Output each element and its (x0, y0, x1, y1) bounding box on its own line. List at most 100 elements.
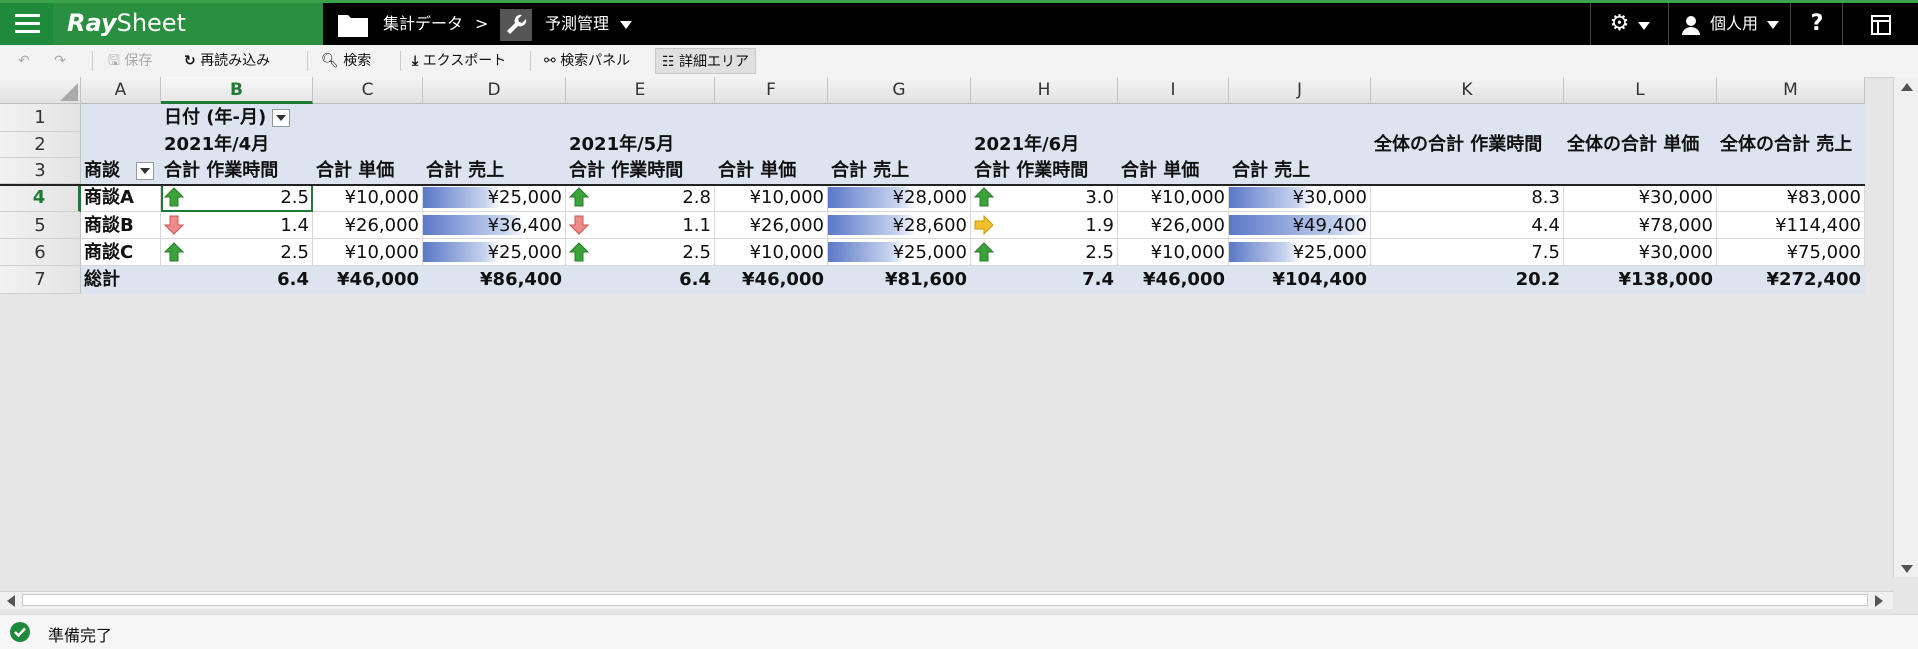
total-cell[interactable]: 6.4 (161, 266, 313, 294)
data-cell[interactable]: ¥78,000 (1564, 212, 1717, 239)
data-cell[interactable]: ¥25,000 (423, 239, 566, 266)
row-header-1[interactable]: 1 (0, 104, 81, 132)
data-cell[interactable]: 8.3 (1371, 184, 1564, 212)
save-button[interactable]: 🖫 保存 (102, 48, 158, 74)
hamburger-menu-button[interactable] (0, 3, 53, 45)
breadcrumb-current[interactable]: 予測管理 (545, 3, 633, 45)
data-cell[interactable]: ¥28,000 (828, 184, 971, 212)
row-filter-dropdown-icon[interactable] (136, 162, 154, 180)
data-cell[interactable]: 2.5 (971, 239, 1118, 266)
column-header-d[interactable]: D (423, 77, 566, 104)
column-header-l[interactable]: L (1564, 77, 1717, 104)
data-cell[interactable]: ¥49,400 (1229, 212, 1371, 239)
scroll-up-icon[interactable] (1901, 83, 1913, 91)
total-cell[interactable]: 7.4 (971, 266, 1118, 294)
column-header-b[interactable]: B (161, 77, 313, 104)
total-cell[interactable]: ¥46,000 (1118, 266, 1229, 294)
data-cell[interactable]: ¥30,000 (1229, 184, 1371, 212)
data-cell[interactable]: ¥10,000 (715, 239, 828, 266)
selected-cell[interactable]: 2.5 (161, 184, 313, 212)
column-header-j[interactable]: J (1229, 77, 1371, 104)
detail-area-button[interactable]: ☷ 詳細エリア (655, 48, 757, 74)
reload-button[interactable]: ↻ 再読み込み (178, 48, 276, 74)
total-cell[interactable]: 20.2 (1371, 266, 1564, 294)
data-cell[interactable]: ¥10,000 (313, 184, 423, 212)
total-cell[interactable]: ¥104,400 (1229, 266, 1371, 294)
row-label[interactable]: 商談B (81, 212, 161, 239)
data-cell[interactable]: 1.1 (566, 212, 715, 239)
layout-toggle-button[interactable] (1842, 3, 1918, 45)
search-button[interactable]: 🔍︎ 検索 (315, 48, 377, 74)
row-header-2[interactable]: 2 (0, 132, 81, 158)
select-all-corner[interactable] (0, 77, 81, 104)
data-cell[interactable]: ¥30,000 (1564, 184, 1717, 212)
column-header-k[interactable]: K (1371, 77, 1564, 104)
column-header-f[interactable]: F (715, 77, 828, 104)
data-cell[interactable]: ¥25,000 (828, 239, 971, 266)
scroll-down-icon[interactable] (1901, 565, 1913, 573)
redo-button[interactable]: ↷ (48, 48, 72, 74)
data-cell[interactable]: ¥26,000 (313, 212, 423, 239)
scroll-left-icon[interactable] (7, 595, 15, 607)
horizontal-scrollbar[interactable] (0, 591, 1893, 609)
user-menu-button[interactable]: 個人用 (1668, 3, 1791, 45)
settings-menu-button[interactable]: ⚙ (1590, 3, 1669, 45)
undo-button[interactable]: ↶ (12, 48, 36, 74)
date-field-header[interactable]: 日付 (年-月) (161, 104, 423, 132)
column-header-g[interactable]: G (828, 77, 971, 104)
cell-value: 7.5 (1531, 242, 1560, 263)
total-cell[interactable]: ¥46,000 (313, 266, 423, 294)
column-header-c[interactable]: C (313, 77, 423, 104)
search-panel-button[interactable]: ⚯ 検索パネル (538, 48, 636, 74)
breadcrumb-folder[interactable]: 集計データ (383, 3, 463, 45)
data-cell[interactable]: ¥25,000 (1229, 239, 1371, 266)
data-cell[interactable]: 1.9 (971, 212, 1118, 239)
column-header-h[interactable]: H (971, 77, 1118, 104)
data-cell[interactable]: ¥30,000 (1564, 239, 1717, 266)
row-header-6[interactable]: 6 (0, 239, 81, 266)
data-cell[interactable]: ¥26,000 (1118, 212, 1229, 239)
export-button[interactable]: ⤓ エクスポート (406, 48, 512, 74)
total-cell[interactable]: ¥138,000 (1564, 266, 1717, 294)
data-cell[interactable]: ¥10,000 (715, 184, 828, 212)
data-cell[interactable]: ¥75,000 (1717, 239, 1865, 266)
data-cell[interactable]: 2.5 (161, 239, 313, 266)
data-cell[interactable]: ¥36,400 (423, 212, 566, 239)
column-header-i[interactable]: I (1118, 77, 1229, 104)
data-cell[interactable]: 4.4 (1371, 212, 1564, 239)
help-button[interactable]: ? (1790, 3, 1843, 45)
data-cell[interactable]: ¥10,000 (1118, 239, 1229, 266)
total-cell[interactable]: ¥86,400 (423, 266, 566, 294)
data-cell[interactable]: ¥83,000 (1717, 184, 1865, 212)
scroll-right-icon[interactable] (1875, 595, 1883, 607)
data-cell[interactable]: ¥28,600 (828, 212, 971, 239)
column-header-a[interactable]: A (81, 77, 161, 104)
row-field-header[interactable]: 商談 (81, 158, 161, 184)
data-cell[interactable]: ¥10,000 (313, 239, 423, 266)
row-label[interactable]: 商談C (81, 239, 161, 266)
vertical-scrollbar[interactable] (1893, 77, 1918, 577)
data-cell[interactable]: ¥26,000 (715, 212, 828, 239)
total-cell[interactable]: ¥81,600 (828, 266, 971, 294)
data-cell[interactable]: 7.5 (1371, 239, 1564, 266)
total-cell[interactable]: ¥272,400 (1717, 266, 1865, 294)
data-cell[interactable]: 3.0 (971, 184, 1118, 212)
row-header-7[interactable]: 7 (0, 266, 81, 294)
row-header-3[interactable]: 3 (0, 158, 81, 184)
total-cell[interactable]: 6.4 (566, 266, 715, 294)
data-cell[interactable]: ¥10,000 (1118, 184, 1229, 212)
row-label[interactable]: 商談A (81, 184, 161, 212)
data-cell[interactable]: 1.4 (161, 212, 313, 239)
data-cell[interactable]: ¥25,000 (423, 184, 566, 212)
data-cell[interactable]: 2.5 (566, 239, 715, 266)
column-header-e[interactable]: E (566, 77, 715, 104)
date-filter-dropdown-icon[interactable] (272, 109, 291, 127)
column-header-m[interactable]: M (1717, 77, 1865, 104)
data-cell[interactable]: 2.8 (566, 184, 715, 212)
row-header-5[interactable]: 5 (0, 212, 81, 239)
spreadsheet-grid[interactable]: ABCDEFGHIJKLM 1 2 3 4 5 6 7 日付 (年-月) 2021年/4月 202… (0, 77, 1865, 467)
data-cell[interactable]: ¥114,400 (1717, 212, 1865, 239)
total-cell[interactable]: ¥46,000 (715, 266, 828, 294)
horizontal-scroll-thumb[interactable] (22, 594, 1868, 606)
row-header-4[interactable]: 4 (0, 184, 81, 212)
